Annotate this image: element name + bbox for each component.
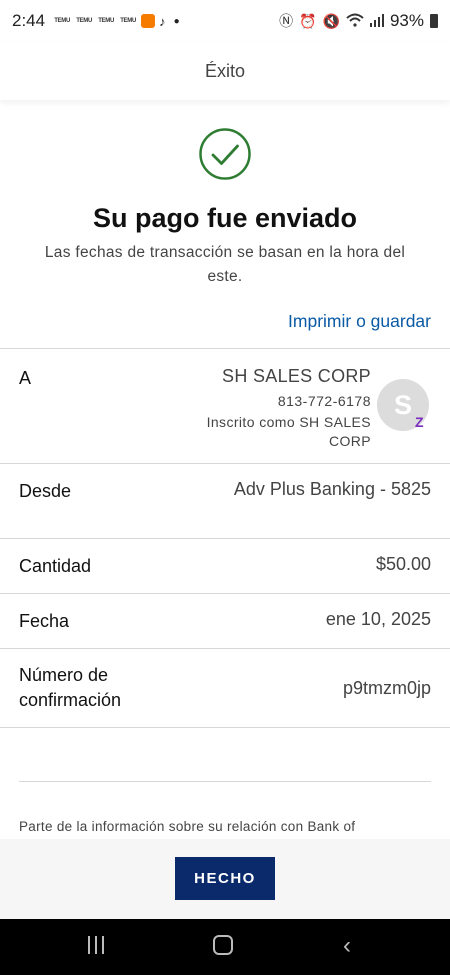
system-nav-bar: ‹ xyxy=(0,919,450,975)
battery-icon xyxy=(430,14,438,28)
status-bar: 2:44 TEMU TEMU TEMU TEMU ♪ ● Ⓝ ⏰ 🔇 93% xyxy=(0,0,450,42)
status-left: 2:44 TEMU TEMU TEMU TEMU ♪ ● xyxy=(12,11,180,31)
from-label: Desde xyxy=(19,481,72,501)
temu-notification-icon: TEMU xyxy=(98,18,114,24)
status-time: 2:44 xyxy=(12,11,46,30)
date-label: Fecha xyxy=(19,611,70,631)
recipient-name: SH SALES CORP xyxy=(222,366,371,386)
battery-percent: 93% xyxy=(389,11,424,30)
from-value: Adv Plus Banking - 5825 xyxy=(233,479,431,499)
back-icon[interactable]: ‹ xyxy=(343,932,351,960)
signal-icon xyxy=(369,13,384,30)
recipient-block: SH SALES CORP 813-772-6178 Inscrito como… xyxy=(207,366,371,451)
wifi-icon xyxy=(346,13,364,30)
temu-notification-icon: TEMU xyxy=(120,18,136,24)
to-label: A xyxy=(19,368,32,388)
recipient-registered-line1: Inscrito como SH SALES xyxy=(206,414,371,430)
divider xyxy=(0,648,450,649)
divider xyxy=(0,538,450,539)
disclosure-text: Parte de la información sobre su relació… xyxy=(19,819,356,834)
divider xyxy=(0,463,450,464)
confirmation-label-line2: confirmación xyxy=(19,690,122,710)
zelle-icon: Z xyxy=(415,414,424,430)
tiktok-notification-icon: ♪ xyxy=(159,13,166,29)
print-or-save-link[interactable]: Imprimir o guardar xyxy=(288,311,431,332)
divider xyxy=(0,593,450,594)
status-right: Ⓝ ⏰ 🔇 93% xyxy=(279,11,438,31)
page-title: Éxito xyxy=(204,60,246,81)
divider xyxy=(0,348,450,349)
mute-icon: 🔇 xyxy=(322,12,340,29)
recipient-registered-line2: CORP xyxy=(328,433,371,449)
amount-value: $50.00 xyxy=(375,554,431,574)
divider xyxy=(0,727,450,728)
check-circle-icon xyxy=(199,128,251,180)
more-notifications-dot-icon: ● xyxy=(173,15,180,27)
alarm-icon: ⏰ xyxy=(299,12,317,29)
nfc-icon: Ⓝ xyxy=(279,13,294,29)
temu-notification-icon: TEMU xyxy=(76,18,92,24)
recipient-phone: 813-772-6178 xyxy=(277,393,371,409)
recent-apps-icon[interactable] xyxy=(88,936,104,954)
divider xyxy=(19,781,431,782)
temu-notification-icon: TEMU xyxy=(54,18,70,24)
app-notification-icon xyxy=(141,14,156,28)
date-value: ene 10, 2025 xyxy=(325,609,431,629)
home-icon[interactable] xyxy=(213,935,233,955)
page-header: Éxito xyxy=(0,42,450,100)
confirmation-label-line1: Número de xyxy=(19,665,109,685)
confirmation-value: p9tmzm0jp xyxy=(342,678,431,698)
confirmation-label: Número de confirmación xyxy=(19,663,121,713)
success-subtitle: Las fechas de transacción se basan en la… xyxy=(44,244,406,285)
success-title: Su pago fue enviado xyxy=(92,203,358,233)
amount-label: Cantidad xyxy=(19,556,92,576)
recipient-registered-as: Inscrito como SH SALES CORP xyxy=(207,413,371,451)
done-button[interactable]: HECHO xyxy=(175,857,275,900)
